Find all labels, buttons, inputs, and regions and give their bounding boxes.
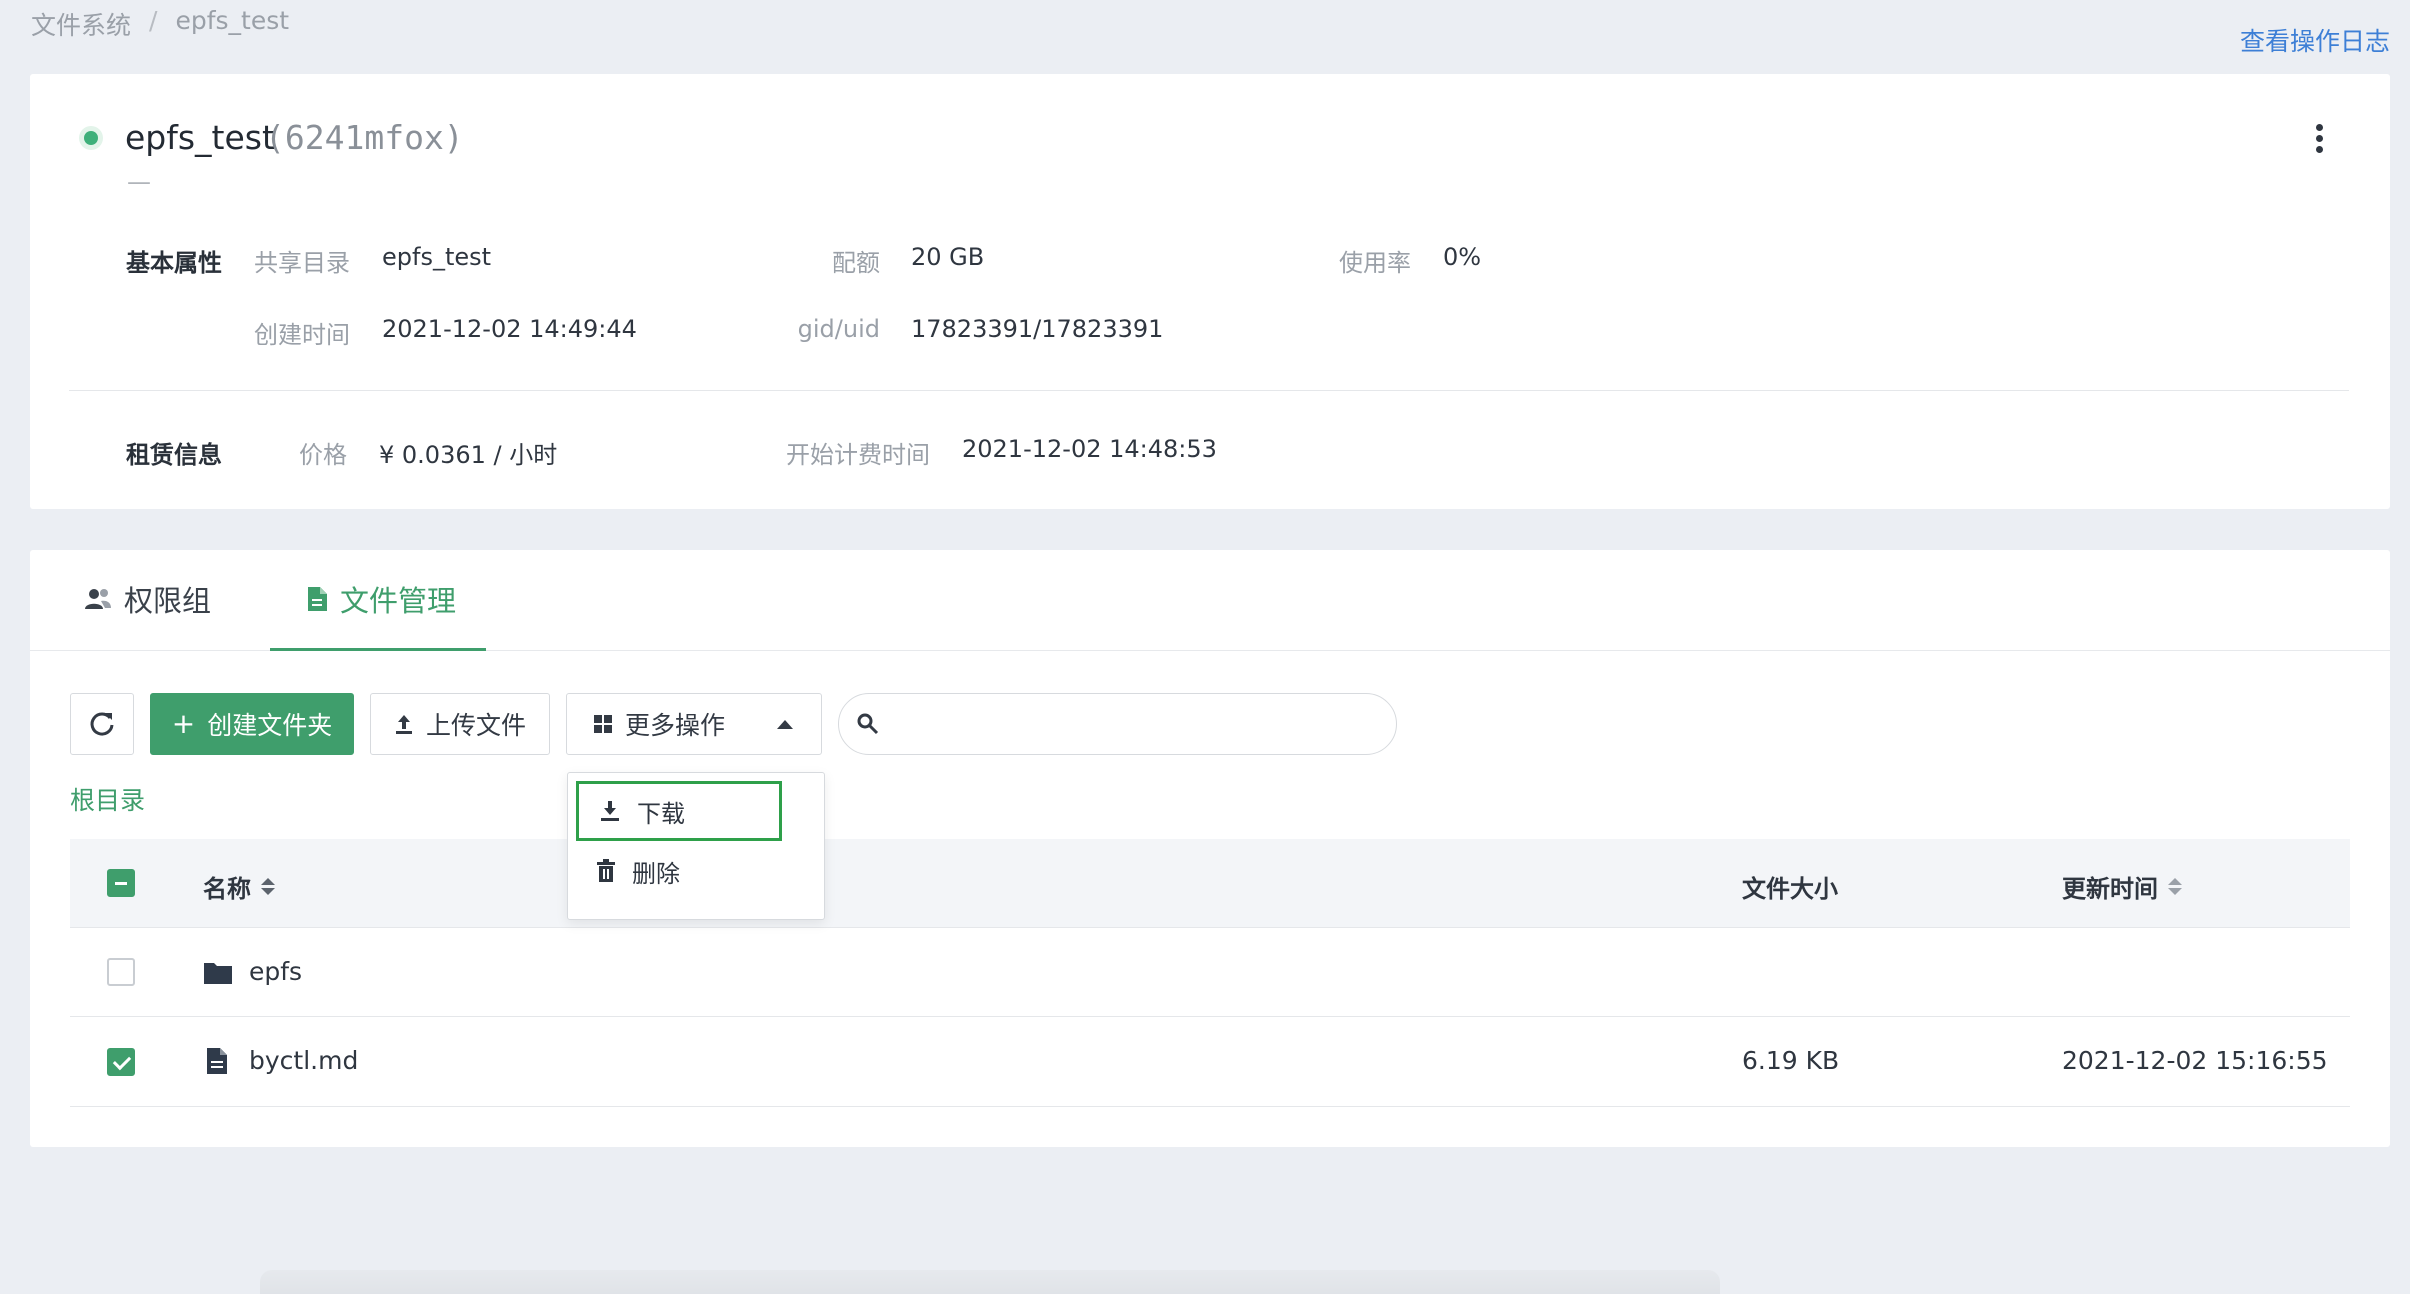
file-icon — [207, 1048, 227, 1074]
users-icon — [85, 589, 111, 609]
usage-label: 使用率 — [1339, 249, 1411, 277]
tab-file-management[interactable]: 文件管理 — [306, 578, 456, 620]
rent-info-title: 租赁信息 — [126, 441, 222, 469]
quota-label: 配额 — [832, 249, 880, 277]
gid-uid-label: gid/uid — [797, 315, 880, 343]
breadcrumb-current: epfs_test — [175, 6, 290, 35]
document-icon — [308, 587, 327, 611]
bottom-shadow — [260, 1270, 1720, 1294]
create-folder-button[interactable]: + 创建文件夹 — [150, 693, 354, 755]
filesystem-id: (6241mfox) — [265, 118, 464, 157]
more-actions-button[interactable]: 更多操作 — [566, 693, 822, 755]
more-actions-label: 更多操作 — [625, 711, 726, 740]
upload-file-button[interactable]: 上传文件 — [370, 693, 550, 755]
status-dot-icon — [84, 131, 98, 145]
column-time-label: 更新时间 — [2062, 875, 2158, 903]
view-operation-log-link[interactable]: 查看操作日志 — [2240, 22, 2390, 58]
file-size: 6.19 KB — [1742, 1046, 1840, 1075]
column-size-label: 文件大小 — [1742, 875, 1838, 903]
column-header-size: 文件大小 — [1742, 869, 1838, 904]
menu-item-label: 下载 — [637, 799, 685, 828]
breadcrumb-root[interactable]: 文件系统 — [31, 6, 131, 42]
created-label: 创建时间 — [254, 321, 350, 349]
billing-start-value: 2021-12-02 14:48:53 — [962, 435, 1217, 463]
share-dir-value: epfs_test — [382, 243, 492, 271]
search-input[interactable] — [891, 710, 1371, 738]
caret-up-icon — [777, 720, 793, 729]
row-divider — [70, 927, 2350, 928]
root-directory-link[interactable]: 根目录 — [70, 781, 145, 817]
refresh-icon — [90, 712, 114, 736]
column-name-label: 名称 — [203, 875, 251, 903]
gid-uid-value: 17823391/17823391 — [911, 315, 1164, 343]
filesystem-description: — — [127, 168, 151, 196]
file-name[interactable]: epfs — [249, 957, 302, 986]
table-header — [70, 839, 2350, 927]
usage-value: 0% — [1443, 243, 1482, 271]
active-tab-indicator — [270, 648, 486, 651]
created-value: 2021-12-02 14:49:44 — [382, 315, 637, 343]
search-box[interactable] — [838, 693, 1397, 755]
grid-icon — [594, 715, 612, 733]
price-label: 价格 — [299, 441, 347, 469]
sort-icon — [261, 878, 275, 895]
row-checkbox[interactable] — [107, 958, 135, 986]
upload-icon — [395, 715, 412, 734]
row-divider — [70, 1016, 2350, 1017]
upload-file-label: 上传文件 — [425, 711, 526, 740]
folder-icon — [204, 963, 232, 984]
menu-item-delete[interactable]: 删除 — [576, 841, 782, 901]
file-updated-time: 2021-12-02 15:16:55 — [2062, 1046, 2328, 1075]
tab-label: 权限组 — [124, 584, 212, 618]
menu-item-label: 删除 — [632, 859, 680, 888]
filesystem-name: epfs_test — [125, 118, 275, 157]
sort-icon — [2168, 878, 2182, 895]
refresh-button[interactable] — [70, 693, 134, 755]
section-divider — [69, 390, 2349, 391]
tab-permission-group[interactable]: 权限组 — [84, 578, 211, 620]
download-icon — [601, 801, 619, 821]
file-name[interactable]: byctl.md — [249, 1046, 358, 1075]
quota-value: 20 GB — [911, 243, 985, 271]
trash-icon — [597, 859, 615, 882]
column-header-name[interactable]: 名称 — [203, 869, 275, 904]
billing-start-label: 开始计费时间 — [786, 441, 930, 469]
tab-label: 文件管理 — [340, 584, 457, 618]
search-icon — [857, 713, 879, 735]
share-dir-label: 共享目录 — [254, 249, 350, 277]
column-header-time[interactable]: 更新时间 — [2062, 869, 2182, 904]
select-all-checkbox[interactable] — [107, 869, 135, 897]
row-divider — [70, 1106, 2350, 1107]
create-folder-label: 创建文件夹 — [207, 711, 333, 740]
plus-icon: + — [171, 707, 196, 740]
more-actions-menu: 下载 删除 — [567, 772, 825, 920]
more-vertical-icon[interactable] — [2309, 120, 2329, 160]
breadcrumb-separator: / — [149, 6, 158, 35]
basic-properties-title: 基本属性 — [126, 249, 222, 277]
menu-item-download[interactable]: 下载 — [576, 781, 782, 841]
breadcrumb: 文件系统 / epfs_test — [31, 6, 289, 42]
row-checkbox[interactable] — [107, 1048, 135, 1076]
price-value: ¥ 0.0361 / 小时 — [379, 441, 558, 469]
